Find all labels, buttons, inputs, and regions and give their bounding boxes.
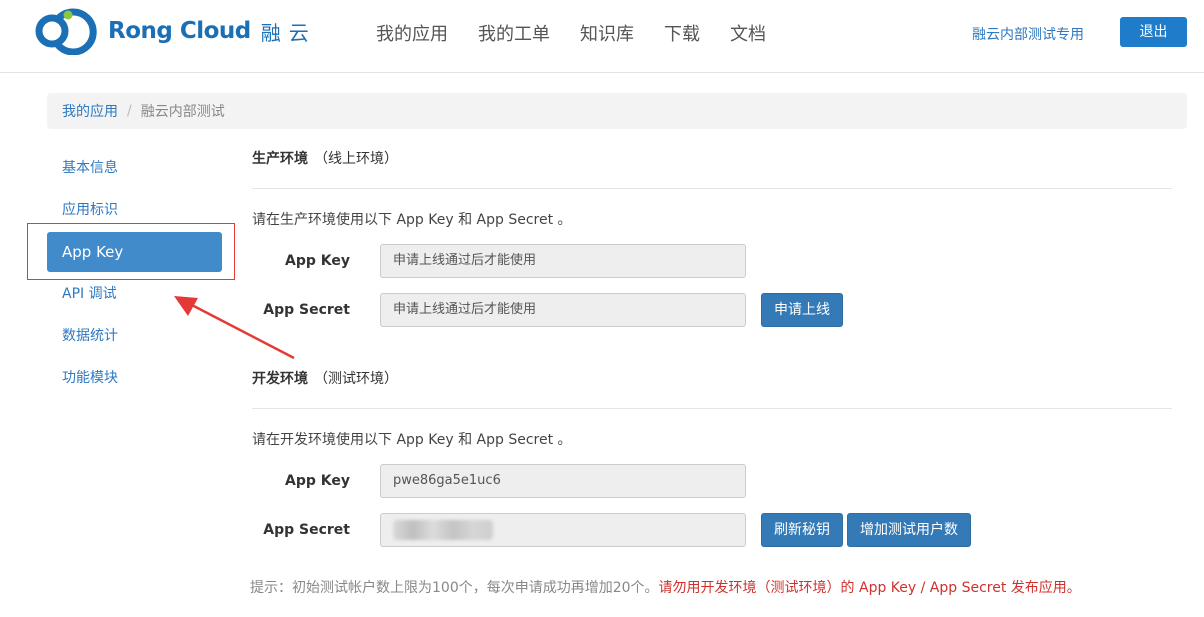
rongcloud-logo-icon xyxy=(35,8,97,55)
nav-my-apps[interactable]: 我的应用 xyxy=(376,22,448,48)
production-app-key-label: App Key xyxy=(285,253,350,269)
development-app-secret-field[interactable] xyxy=(380,513,746,547)
breadcrumb-current: 融云内部测试 xyxy=(140,104,225,120)
apply-online-button[interactable]: 申请上线 xyxy=(761,293,843,327)
development-app-key-field[interactable]: pwe86ga5e1uc6 xyxy=(380,464,746,498)
logo-text-en: Rong Cloud xyxy=(108,18,251,44)
development-app-secret-row: App Secret 刷新秘钥 增加测试用户数 xyxy=(252,513,1172,547)
breadcrumb-separator: / xyxy=(127,103,132,119)
development-app-key-row: App Key pwe86ga5e1uc6 xyxy=(252,464,1172,498)
development-divider xyxy=(252,408,1172,409)
tip-note-text: 提示：初始测试帐户数上限为100个，每次申请成功再增加20个。 xyxy=(250,580,659,596)
tip-warning-text: 请勿用开发环境（测试环境）的 App Key / App Secret 发布应用… xyxy=(658,580,1081,596)
production-subtitle: （线上环境） xyxy=(314,151,398,167)
development-instruction: 请在开发环境使用以下 App Key 和 App Secret 。 xyxy=(252,432,572,448)
development-subtitle: （测试环境） xyxy=(314,371,398,387)
breadcrumb: 我的应用 / 融云内部测试 xyxy=(47,93,1187,129)
breadcrumb-home-link[interactable]: 我的应用 xyxy=(62,101,118,121)
top-header: Rong Cloud 融云 我的应用 我的工单 知识库 下载 文档 融云内部测试… xyxy=(0,0,1204,73)
nav-knowledge-base[interactable]: 知识库 xyxy=(580,22,634,48)
sidebar-item-basic-info[interactable]: 基本信息 xyxy=(47,148,222,188)
production-instruction: 请在生产环境使用以下 App Key 和 App Secret 。 xyxy=(252,212,572,228)
add-test-users-button[interactable]: 增加测试用户数 xyxy=(847,513,971,547)
production-app-secret-label: App Secret xyxy=(263,302,350,318)
production-divider xyxy=(252,188,1172,189)
main-content: 生产环境 （线上环境） 请在生产环境使用以下 App Key 和 App Secr… xyxy=(252,140,1172,562)
logo[interactable]: Rong Cloud 融云 xyxy=(32,7,317,55)
production-section-title: 生产环境 （线上环境） xyxy=(252,140,1172,178)
nav-docs[interactable]: 文档 xyxy=(730,22,766,48)
production-title: 生产环境 xyxy=(252,151,308,167)
tip-note: 提示：初始测试帐户数上限为100个，每次申请成功再增加20个。请勿用开发环境（测… xyxy=(250,578,1081,598)
logout-button[interactable]: 退出 xyxy=(1120,17,1187,47)
development-title: 开发环境 xyxy=(252,371,308,387)
development-app-secret-label: App Secret xyxy=(263,522,350,538)
main-nav: 我的应用 我的工单 知识库 下载 文档 xyxy=(376,22,796,48)
development-app-key-label: App Key xyxy=(285,473,350,489)
production-app-key-field[interactable]: 申请上线通过后才能使用 xyxy=(380,244,746,278)
development-section-title: 开发环境 （测试环境） xyxy=(252,360,1172,398)
user-account-link[interactable]: 融云内部测试专用 xyxy=(972,25,1084,45)
logo-text-cn: 融云 xyxy=(260,20,317,45)
nav-my-tickets[interactable]: 我的工单 xyxy=(478,22,550,48)
annotation-highlight-box xyxy=(27,223,235,280)
blurred-secret-value xyxy=(393,520,493,540)
production-app-key-row: App Key 申请上线通过后才能使用 xyxy=(252,244,1172,278)
sidebar-item-feature-modules[interactable]: 功能模块 xyxy=(47,358,222,398)
production-app-secret-field[interactable]: 申请上线通过后才能使用 xyxy=(380,293,746,327)
nav-download[interactable]: 下载 xyxy=(664,22,700,48)
production-app-secret-row: App Secret 申请上线通过后才能使用 申请上线 xyxy=(252,293,1172,327)
refresh-secret-button[interactable]: 刷新秘钥 xyxy=(761,513,843,547)
